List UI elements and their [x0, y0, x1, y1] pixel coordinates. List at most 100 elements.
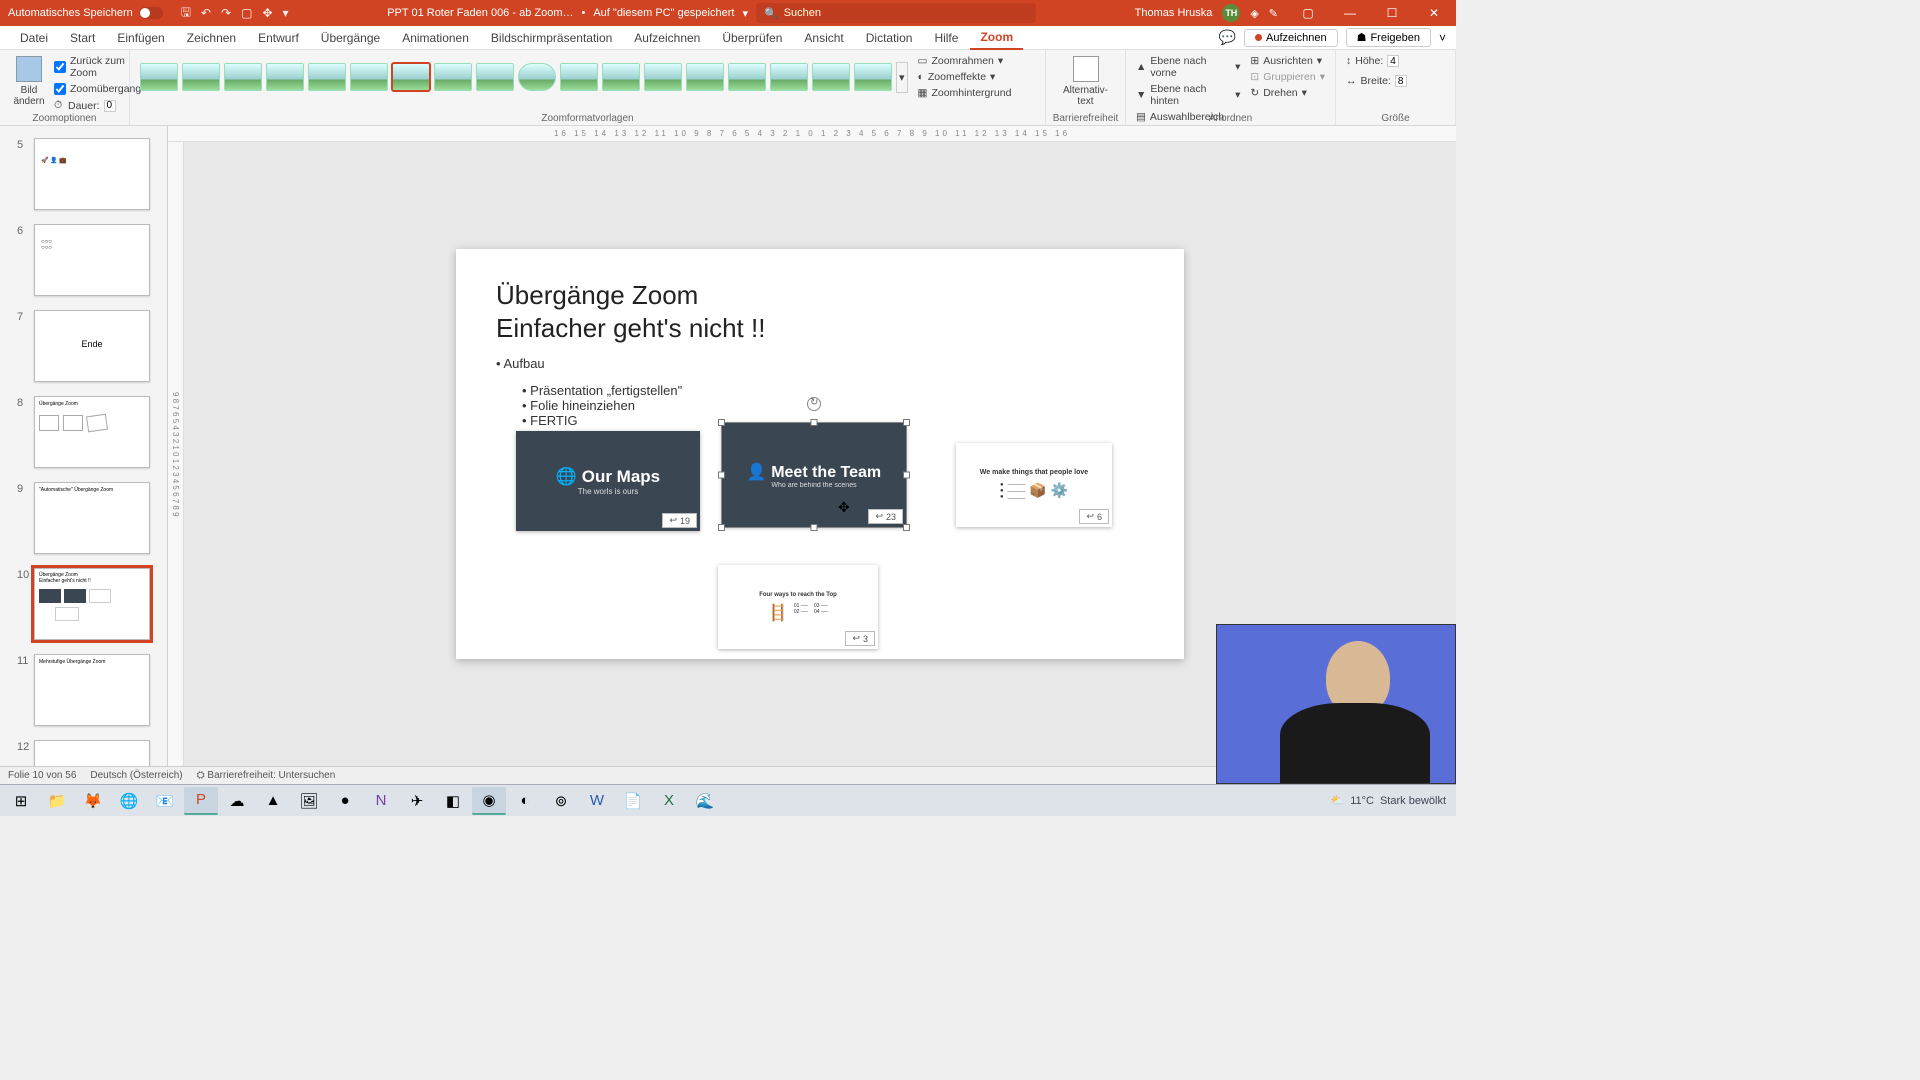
- resize-handle-n[interactable]: [811, 419, 818, 426]
- tab-hilfe[interactable]: Hilfe: [924, 27, 968, 49]
- tab-zeichnen[interactable]: Zeichnen: [177, 27, 246, 49]
- record-button[interactable]: Aufzeichnen: [1244, 29, 1338, 47]
- maximize-button[interactable]: ☐: [1372, 0, 1412, 26]
- start-button[interactable]: ⊞: [4, 787, 38, 815]
- vlc-icon[interactable]: ▲: [256, 787, 290, 815]
- language-status[interactable]: Deutsch (Österreich): [90, 770, 182, 781]
- tab-zoom[interactable]: Zoom: [970, 26, 1023, 50]
- qat-more-icon[interactable]: ▾: [283, 6, 289, 20]
- outlook-icon[interactable]: 📧: [148, 787, 182, 815]
- slide-thumb-12[interactable]: 12: [34, 740, 150, 766]
- resize-handle-nw[interactable]: [718, 419, 725, 426]
- app-icon-4[interactable]: ◧: [436, 787, 470, 815]
- user-avatar[interactable]: TH: [1222, 4, 1240, 22]
- zoom-tile-things[interactable]: We make things that people love ●●● ────…: [956, 443, 1112, 527]
- tab-ueberpruefen[interactable]: Überprüfen: [712, 27, 792, 49]
- app-icon-5[interactable]: ◐: [508, 787, 542, 815]
- obs-icon[interactable]: ◉: [472, 787, 506, 815]
- tab-dictation[interactable]: Dictation: [856, 27, 923, 49]
- height-field[interactable]: ↕ Höhe:: [1346, 54, 1445, 68]
- app-icon-2[interactable]: 🖼: [292, 787, 326, 815]
- firefox-icon[interactable]: 🦊: [76, 787, 110, 815]
- share-button[interactable]: ☗Freigeben: [1346, 28, 1431, 47]
- slide-thumb-8[interactable]: 8Übergänge Zoom: [34, 396, 150, 468]
- slide-canvas[interactable]: Übergänge Zoom Einfacher geht's nicht !!…: [456, 249, 1184, 659]
- app-icon-3[interactable]: ●: [328, 787, 362, 815]
- zoomrahmen-button[interactable]: ▭ Zoomrahmen ▾: [918, 54, 1012, 68]
- zoom-transition-checkbox[interactable]: Zoomübergang: [54, 82, 141, 96]
- zoomeffekte-button[interactable]: ◐ Zoomeffekte ▾: [918, 70, 1012, 84]
- word-icon[interactable]: W: [580, 787, 614, 815]
- tab-uebergaenge[interactable]: Übergänge: [311, 27, 390, 49]
- zoom-tile-maps[interactable]: 🌐 Our Maps The worls is ours ↩ 19: [516, 431, 700, 531]
- app-icon-6[interactable]: ⊚: [544, 787, 578, 815]
- app-icon-7[interactable]: 📄: [616, 787, 650, 815]
- comments-icon[interactable]: 💬: [1219, 29, 1236, 46]
- width-field[interactable]: ↔ Breite:: [1346, 74, 1445, 88]
- width-input[interactable]: [1395, 75, 1407, 87]
- ebene-vorne-button[interactable]: ▲ Ebene nach vorne ▾: [1136, 54, 1240, 80]
- ausrichten-button[interactable]: ⊞ Ausrichten ▾: [1250, 54, 1325, 68]
- bild-aendern-button[interactable]: Bild ändern: [10, 54, 48, 113]
- tab-ansicht[interactable]: Ansicht: [794, 27, 853, 49]
- redo-icon[interactable]: ↷: [221, 6, 231, 20]
- onenote-icon[interactable]: N: [364, 787, 398, 815]
- resize-handle-w[interactable]: [718, 472, 725, 479]
- sub-bullet-list[interactable]: Präsentation „fertigstellen" Folie hinei…: [522, 383, 1144, 428]
- resize-handle-sw[interactable]: [718, 524, 725, 531]
- powerpoint-icon[interactable]: P: [184, 787, 218, 815]
- toggle-switch[interactable]: [139, 7, 163, 19]
- resize-handle-ne[interactable]: [903, 419, 910, 426]
- resize-handle-e[interactable]: [903, 472, 910, 479]
- autosave-toggle[interactable]: Automatisches Speichern: [0, 7, 171, 19]
- minimize-button[interactable]: —: [1330, 0, 1370, 26]
- diamond-icon[interactable]: ◈: [1250, 7, 1258, 20]
- duration-input[interactable]: [104, 100, 116, 112]
- tab-start[interactable]: Start: [60, 27, 105, 49]
- weather-widget[interactable]: ⛅ 11°C Stark bewölkt: [1331, 794, 1453, 807]
- chrome-icon[interactable]: 🌐: [112, 787, 146, 815]
- tab-bildschirm[interactable]: Bildschirmpräsentation: [481, 27, 622, 49]
- zoom-tile-fourways[interactable]: Four ways to reach the Top 🪜 01 ──02 ── …: [718, 565, 878, 649]
- bullet-list[interactable]: Aufbau: [496, 356, 1144, 371]
- slide-counter[interactable]: Folie 10 von 56: [8, 770, 76, 781]
- app-icon-1[interactable]: ☁: [220, 787, 254, 815]
- duration-field[interactable]: ⏱Dauer:: [54, 98, 141, 113]
- height-input[interactable]: [1387, 55, 1399, 67]
- telegram-icon[interactable]: ✈: [400, 787, 434, 815]
- tab-animationen[interactable]: Animationen: [392, 27, 479, 49]
- back-to-zoom-checkbox[interactable]: Zurück zum Zoom: [54, 54, 141, 80]
- undo-icon[interactable]: ↶: [201, 6, 211, 20]
- ribbon-options-icon[interactable]: ▢: [1288, 0, 1328, 26]
- tab-aufzeichnen[interactable]: Aufzeichnen: [624, 27, 710, 49]
- drehen-button[interactable]: ↻ Drehen ▾: [1250, 86, 1325, 100]
- slide-title-2[interactable]: Einfacher geht's nicht !!: [496, 312, 1144, 345]
- slide-thumb-10[interactable]: 10Übergänge Zoom Einfacher geht's nicht …: [34, 568, 150, 640]
- tab-entwurf[interactable]: Entwurf: [248, 27, 309, 49]
- accessibility-status[interactable]: ⛭ Barrierefreiheit: Untersuchen: [197, 770, 336, 781]
- touch-icon[interactable]: ✥: [262, 6, 272, 20]
- slide-title-1[interactable]: Übergänge Zoom: [496, 279, 1144, 312]
- pen-icon[interactable]: ✎: [1269, 7, 1278, 20]
- rotate-handle[interactable]: [807, 397, 821, 411]
- tab-einfuegen[interactable]: Einfügen: [107, 27, 174, 49]
- resize-handle-se[interactable]: [903, 524, 910, 531]
- zoomhintergrund-button[interactable]: ▦ Zoomhintergrund: [918, 86, 1012, 100]
- title-dropdown-icon[interactable]: ▾: [742, 7, 748, 20]
- alternativtext-button[interactable]: Alternativ- text: [1056, 54, 1115, 109]
- slideshow-icon[interactable]: ▢: [241, 6, 252, 20]
- slide-thumb-7[interactable]: 7Ende: [34, 310, 150, 382]
- zoom-tile-team[interactable]: 👤 Meet the Team Who are behind the scene…: [722, 423, 906, 527]
- gruppieren-button[interactable]: ⊡ Gruppieren ▾: [1250, 70, 1325, 84]
- thumbnail-panel[interactable]: 5🚀 👤 💼 6○○○○○○ 7Ende 8Übergänge Zoom 9"A…: [0, 126, 168, 766]
- slide-thumb-5[interactable]: 5🚀 👤 💼: [34, 138, 150, 210]
- tab-datei[interactable]: Datei: [10, 27, 58, 49]
- zoom-style-gallery[interactable]: ▾ ▭ Zoomrahmen ▾ ◐ Zoomeffekte ▾ ▦ Zoomh…: [140, 54, 1035, 100]
- resize-handle-s[interactable]: [811, 524, 818, 531]
- slide-thumb-9[interactable]: 9"Automatische" Übergänge Zoom: [34, 482, 150, 554]
- explorer-icon[interactable]: 📁: [40, 787, 74, 815]
- gallery-more-icon[interactable]: ▾: [896, 62, 908, 93]
- excel-icon[interactable]: X: [652, 787, 686, 815]
- slide-thumb-6[interactable]: 6○○○○○○: [34, 224, 150, 296]
- slide-thumb-11[interactable]: 11Mehrstufige Übergänge Zoom: [34, 654, 150, 726]
